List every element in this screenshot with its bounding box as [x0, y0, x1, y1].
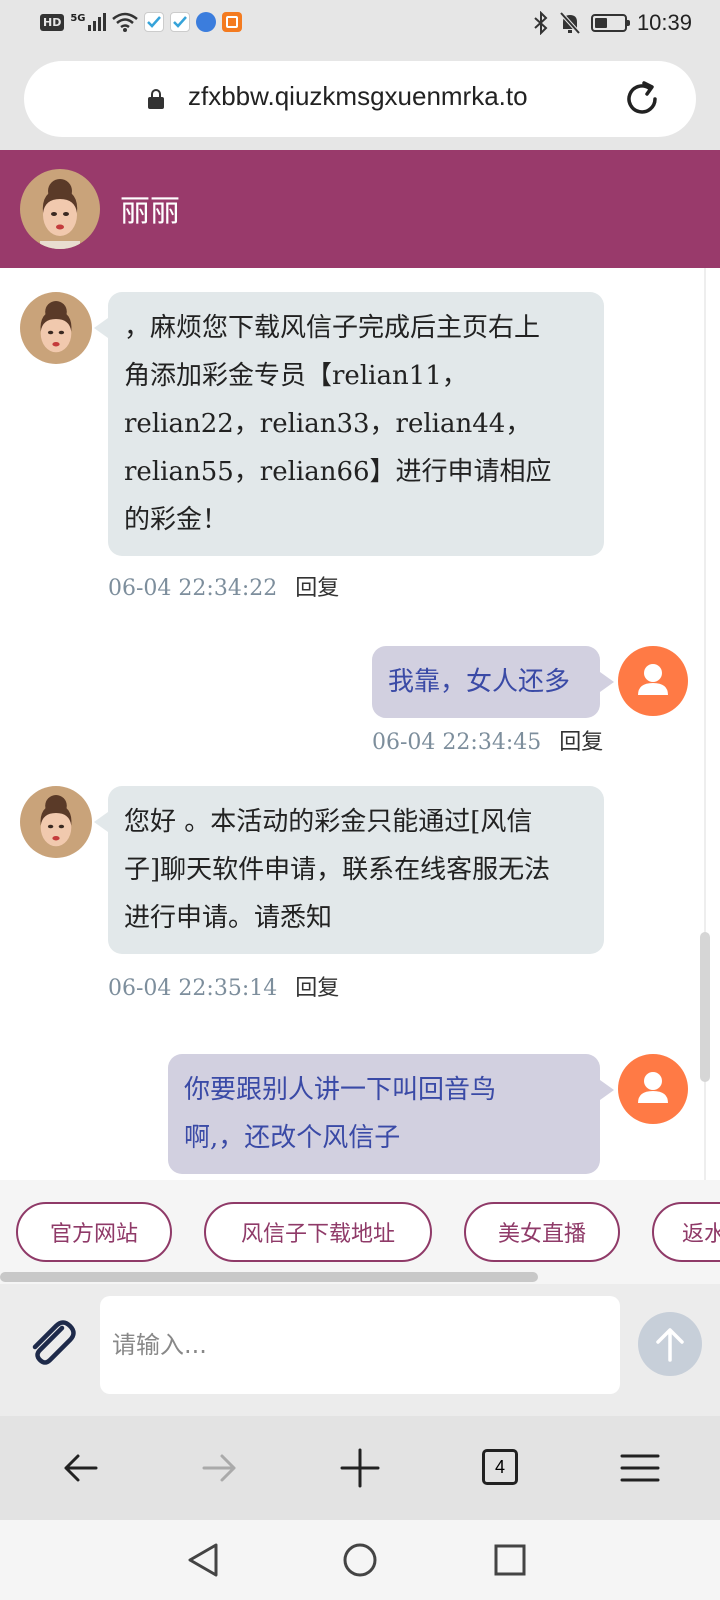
quick-link-download[interactable]: 风信子下载地址 — [204, 1202, 432, 1262]
forward-arrow-icon[interactable] — [198, 1446, 242, 1490]
send-button[interactable] — [638, 1312, 702, 1376]
chat-scrollbar[interactable] — [700, 932, 710, 1082]
message-bubble-incoming[interactable]: 您好 。本活动的彩金只能通过[风信 子]聊天软件申请，联系在线客服无法 进行申请… — [94, 786, 604, 954]
url-text[interactable]: zfxbbw.qiuzkmsgxuenmrka.to — [188, 81, 618, 112]
mute-icon — [559, 11, 581, 35]
contact-name: 丽丽 — [120, 194, 180, 229]
message-line: relian55，relian66】进行申请相应 — [124, 457, 552, 487]
app-icon-2 — [169, 12, 190, 32]
message-bubble-outgoing[interactable]: 我靠，女人还多 — [372, 646, 614, 718]
app-icon-4 — [221, 12, 242, 32]
user-avatar[interactable] — [618, 1054, 688, 1124]
tab-switcher-button[interactable]: 4 — [482, 1449, 518, 1485]
menu-icon[interactable] — [618, 1446, 662, 1490]
bluetooth-icon — [534, 11, 548, 35]
message-line: relian22，relian33，relian44， — [124, 409, 532, 439]
quick-links-scrollbar[interactable] — [0, 1270, 720, 1284]
system-navigation-bar — [0, 1520, 720, 1600]
quick-link-rebate[interactable]: 返水 — [652, 1202, 720, 1262]
quick-link-official-site[interactable]: 官方网站 — [16, 1202, 172, 1262]
quick-links-bar[interactable]: 官方网站 风信子下载地址 美女直播 返水 — [0, 1180, 720, 1270]
message-line: 您好 。本活动的彩金只能通过[风信 — [124, 807, 533, 837]
address-bar[interactable]: zfxbbw.qiuzkmsgxuenmrka.to — [24, 61, 696, 137]
user-avatar[interactable] — [618, 646, 688, 716]
message-line: ，麻烦您下载风信子完成后主页右上 — [124, 313, 541, 343]
status-bar: HD 5G 10:39 — [0, 0, 720, 48]
reply-link[interactable]: 回复 — [295, 976, 339, 1001]
message-time: 06-04 22:34:22 — [108, 576, 278, 601]
message-time: 06-04 22:34:45 — [372, 730, 542, 755]
message-input[interactable] — [100, 1296, 620, 1394]
chat-header: 丽丽 — [0, 150, 720, 268]
message-bubble-incoming[interactable]: ，麻烦您下载风信子完成后主页右上 角添加彩金专员【relian11， relia… — [94, 292, 604, 556]
message-line: 子]聊天软件申请，联系在线客服无法 — [124, 855, 551, 885]
chat-messages[interactable]: ，麻烦您下载风信子完成后主页右上 角添加彩金专员【relian11， relia… — [0, 268, 720, 1180]
quick-link-live[interactable]: 美女直播 — [464, 1202, 620, 1262]
message-line: 的彩金！ — [124, 505, 229, 535]
app-icon-1 — [143, 12, 164, 32]
message-line: 啊,，还改个风信子 — [184, 1123, 401, 1153]
message-bubble-outgoing[interactable]: 你要跟别人讲一下叫回音鸟 啊,，还改个风信子 — [168, 1054, 614, 1174]
signal-5g-icon: 5G — [70, 13, 106, 31]
message-line: 角添加彩金专员【relian11， — [124, 361, 468, 391]
contact-avatar[interactable] — [20, 292, 92, 364]
battery-icon — [590, 14, 630, 32]
reload-icon[interactable] — [622, 79, 662, 119]
hd-icon: HD — [40, 13, 65, 31]
message-meta: 06-04 22:34:22 回复 — [108, 570, 339, 602]
message-meta: 06-04 22:35:14 回复 — [108, 970, 339, 1002]
nav-back-triangle-icon[interactable] — [186, 1542, 220, 1578]
message-line: 进行申请。请悉知 — [124, 903, 333, 933]
app-icon-3 — [195, 12, 216, 32]
status-right: 10:39 — [533, 10, 692, 36]
reply-link[interactable]: 回复 — [559, 730, 603, 755]
browser-toolbar: zfxbbw.qiuzkmsgxuenmrka.to — [0, 48, 720, 150]
back-arrow-icon[interactable] — [58, 1446, 102, 1490]
lock-icon — [148, 89, 164, 109]
wifi-icon — [111, 12, 138, 32]
message-line: 我靠，女人还多 — [388, 667, 571, 697]
paperclip-icon[interactable] — [22, 1314, 78, 1370]
message-time: 06-04 22:35:14 — [108, 976, 278, 1001]
contact-avatar[interactable] — [20, 169, 100, 249]
nav-home-circle-icon[interactable] — [342, 1542, 378, 1578]
arrow-up-icon — [656, 1328, 684, 1362]
reply-link[interactable]: 回复 — [295, 576, 339, 601]
network-type-label: 5G — [70, 13, 86, 24]
nav-recents-square-icon[interactable] — [494, 1544, 526, 1576]
clock: 10:39 — [636, 10, 692, 35]
browser-bottom-bar: 4 — [0, 1416, 720, 1520]
message-composer — [0, 1284, 720, 1416]
contact-avatar[interactable] — [20, 786, 92, 858]
message-line: 你要跟别人讲一下叫回音鸟 — [184, 1075, 497, 1105]
new-tab-plus-icon[interactable] — [338, 1446, 382, 1490]
message-meta: 06-04 22:34:45 回复 — [372, 724, 603, 756]
status-left: HD 5G — [40, 12, 242, 32]
